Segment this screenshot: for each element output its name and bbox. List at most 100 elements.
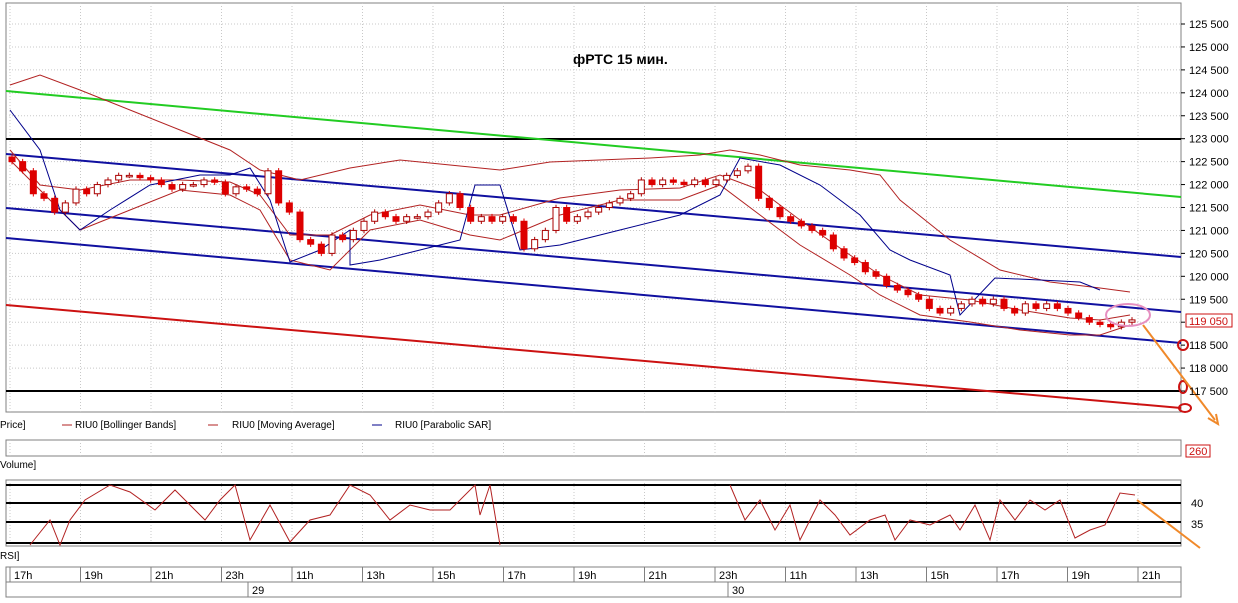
time-tick-label: 21h [155, 570, 173, 582]
candle-body [552, 207, 560, 231]
candle-body [221, 181, 229, 195]
candle-body [403, 216, 411, 222]
price-tick-label: 118 500 [1189, 340, 1228, 352]
candle-body [1096, 321, 1104, 325]
candle-body [723, 174, 731, 181]
candle-body [669, 179, 677, 183]
candle-body [616, 197, 624, 204]
candle-body [861, 262, 869, 273]
candle-body [136, 174, 144, 179]
candle-body [339, 234, 347, 241]
candle-body [925, 298, 933, 309]
legend-ma: RIU0 [Moving Average] [232, 420, 335, 431]
candle-body [83, 188, 91, 195]
candle-body [1064, 307, 1072, 314]
candle-body [1032, 303, 1040, 309]
price-tick-label: 120 500 [1189, 248, 1229, 260]
candle-body [40, 193, 48, 199]
candle-body [424, 211, 432, 218]
price-tick-label: 125 500 [1189, 19, 1229, 31]
candle-body [1128, 319, 1136, 323]
candle-body [200, 179, 208, 186]
candle-body [765, 197, 773, 208]
candle-body [840, 248, 848, 259]
candle-body [285, 202, 293, 213]
price-tick-label: 125 000 [1189, 42, 1229, 54]
candle-body [253, 188, 261, 195]
candle-body [317, 243, 325, 254]
price-tick-label: 122 000 [1189, 180, 1229, 192]
time-tick-label: 19h [1072, 570, 1090, 582]
price-tick-label: 117 500 [1189, 386, 1228, 398]
time-tick-label: 21h [649, 570, 667, 582]
price-tick-label: 119 500 [1189, 294, 1228, 306]
price-tick-label: 120 000 [1189, 271, 1229, 283]
rsi-tick-35: 35 [1191, 519, 1203, 531]
candle-body [829, 234, 837, 250]
candle-body [1085, 317, 1093, 323]
candle-body [627, 193, 635, 199]
legend-sar: RIU0 [Parabolic SAR] [395, 420, 491, 431]
candle-body [61, 202, 69, 213]
candle-body [520, 220, 528, 250]
candle-body [51, 197, 59, 213]
time-tick-label: 15h [437, 570, 455, 582]
candle-body [349, 229, 357, 241]
candle-body [712, 179, 720, 186]
candle-body [701, 179, 709, 186]
candle-body [275, 170, 283, 204]
time-tick-label: 23h [719, 570, 737, 582]
candle-body [883, 275, 891, 286]
candle-body [691, 179, 699, 186]
candle-body [211, 179, 219, 183]
candle-body [488, 216, 496, 222]
day-tick-label: 30 [732, 585, 744, 597]
candle-body [595, 207, 603, 213]
candle-body [296, 211, 304, 241]
candle-body [893, 284, 901, 291]
price-tick-label: 123 500 [1189, 111, 1229, 123]
candle-body [851, 257, 859, 264]
candle-body [733, 170, 741, 176]
volume-value: 260 [1189, 446, 1207, 458]
time-tick-label: 17h [508, 570, 526, 582]
time-tick-label: 13h [860, 570, 878, 582]
candle-body [1053, 303, 1061, 309]
price-tick-label: 121 500 [1189, 203, 1229, 215]
candle-body [115, 174, 123, 181]
candle-body [72, 188, 80, 204]
candle-body [445, 193, 453, 204]
candle-body [264, 170, 272, 195]
candle-body [787, 216, 795, 222]
legend-price: Price] [0, 420, 26, 431]
candle-body [19, 161, 27, 172]
time-tick-label: 19h [85, 570, 103, 582]
candle-body [467, 207, 475, 222]
legend-bollinger: RIU0 [Bollinger Bands] [75, 420, 176, 431]
time-tick-label: 17h [1001, 570, 1019, 582]
price-tick-label: 124 000 [1189, 88, 1229, 100]
price-tick-label: 118 000 [1189, 363, 1228, 375]
candle-body [979, 298, 987, 305]
price-tick-label: 123 000 [1189, 134, 1229, 146]
time-tick-label: 11h [790, 570, 808, 582]
candle-body [968, 298, 976, 305]
candle-body [328, 234, 336, 254]
candle-body [637, 179, 645, 195]
candle-body [584, 211, 592, 218]
time-tick-label: 13h [367, 570, 385, 582]
price-tick-label: 122 500 [1189, 157, 1229, 169]
candle-body [808, 225, 816, 231]
candle-body [797, 220, 805, 227]
candle-body [755, 165, 763, 199]
candle-body [243, 186, 251, 190]
candle-body [147, 177, 155, 181]
candle-body [456, 193, 464, 209]
candle-body [776, 207, 784, 218]
candle-body [477, 216, 485, 222]
candle-body [648, 179, 656, 186]
candle-body [744, 165, 752, 172]
candle-body [157, 179, 165, 186]
candle-body [936, 307, 944, 314]
candle-body [1011, 307, 1019, 314]
